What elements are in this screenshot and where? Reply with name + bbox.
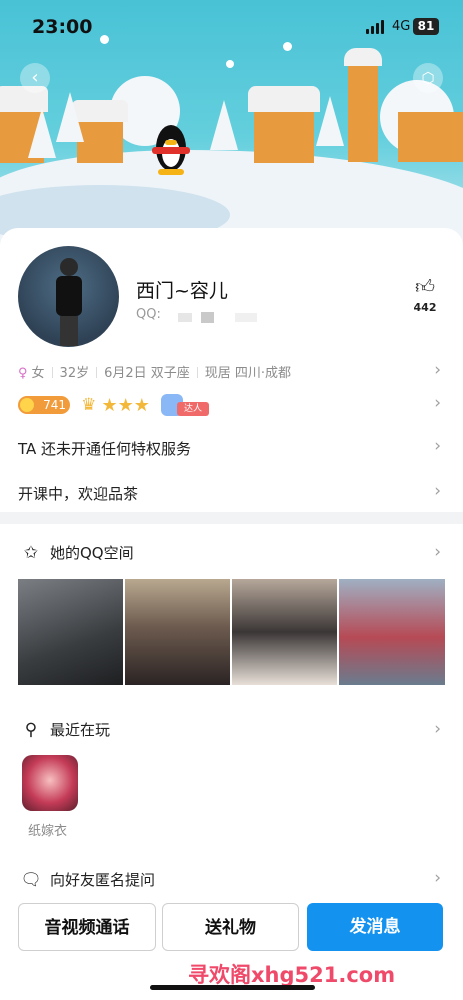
chevron-right-icon[interactable]: › (434, 360, 441, 380)
signature-row[interactable]: 开课中，欢迎品茶 (18, 483, 448, 504)
pine-tree (56, 92, 84, 142)
chevron-right-icon[interactable]: › (434, 719, 441, 739)
qzone-photo[interactable] (125, 579, 230, 685)
house-roof (248, 86, 320, 112)
divider (51, 367, 53, 378)
star-icon: ★ (133, 394, 150, 416)
network-type: 4G (392, 19, 411, 34)
video-call-button[interactable]: 音视频通话 (18, 903, 156, 951)
signal-icon (366, 20, 388, 34)
hexagon-menu-icon[interactable]: ⬡ (413, 63, 443, 93)
qzone-photo-strip[interactable] (18, 579, 445, 685)
profile-page: { "status": {"time": "23:00", "network":… (0, 0, 463, 1000)
anonymous-question-row[interactable]: 🗨︎ 向好友匿名提问 (20, 869, 155, 890)
privilege-row[interactable]: TA 还未开通任何特权服务 (18, 438, 448, 459)
qzone-photo[interactable] (339, 579, 445, 685)
cover-illustration: 23:00 4G 81 ‹ ⬡ (0, 0, 463, 250)
section-divider (0, 512, 463, 524)
profile-sections: ✩ 她的QQ空间 › ⚲ 最近在玩 › 纸嫁衣 🗨︎ 向好友匿名提问 › 音视频通话 … (0, 524, 463, 1000)
chevron-right-icon[interactable]: › (434, 436, 441, 456)
qq-label: QQ: (136, 307, 161, 322)
thumbs-up-icon: 👍︎ (415, 276, 435, 298)
back-icon[interactable]: ‹ (20, 63, 50, 93)
qzone-photo[interactable] (18, 579, 123, 685)
qzone-header[interactable]: ✩ 她的QQ空间 (20, 542, 134, 563)
divider (96, 367, 98, 378)
talent-badge: 达人 (160, 394, 211, 416)
home-indicator (150, 985, 315, 990)
pine-tree (28, 108, 56, 158)
chevron-right-icon[interactable]: › (434, 393, 441, 413)
pine-tree (316, 96, 344, 146)
badges-row[interactable]: 741 ♛ ★★★ 达人 (18, 394, 211, 416)
snowflake (226, 60, 234, 68)
pine-tree (210, 100, 238, 150)
status-bar: 23:00 4G 81 (0, 0, 463, 56)
chevron-right-icon[interactable]: › (434, 868, 441, 888)
anon-title: 向好友匿名提问 (50, 871, 156, 889)
battery-icon: 81 (413, 18, 439, 35)
female-icon: ♀ (18, 366, 28, 381)
house (254, 108, 314, 163)
level-badge: 741 (18, 396, 70, 414)
star-icon: ★ (117, 394, 134, 416)
house (398, 112, 463, 162)
qzone-photo[interactable] (232, 579, 337, 685)
like-count: 442 (413, 301, 437, 314)
star-icon: ★ (101, 394, 118, 416)
recent-title: 最近在玩 (50, 721, 111, 739)
qq-number-masked (178, 313, 192, 322)
recent-games-header[interactable]: ⚲ 最近在玩 (20, 719, 110, 740)
star-outline-icon: ✩ (23, 543, 39, 563)
talent-label: 达人 (176, 402, 209, 416)
crown-icon: ♛ (81, 395, 97, 415)
gamepad-icon: 🗨︎ (20, 870, 42, 890)
chevron-right-icon[interactable]: › (434, 542, 441, 562)
basic-info-row[interactable]: ♀ 女 32岁 6月2日 双子座 现居 四川·成都 (18, 362, 448, 382)
game-name: 纸嫁衣 (28, 824, 68, 839)
tower (348, 62, 378, 162)
status-time: 23:00 (32, 16, 93, 38)
qq-number-masked (201, 312, 214, 323)
age-text: 32岁 (59, 366, 90, 381)
profile-card: 西门~容儿 QQ: 👍︎ 442 ♀ 女 32岁 6月2日 双子座 现居 四川·成都 ›… (0, 228, 463, 512)
location-text: 现居 四川·成都 (204, 366, 292, 381)
send-message-button[interactable]: 发消息 (307, 903, 443, 951)
send-gift-button[interactable]: 送礼物 (162, 903, 299, 951)
location-person-icon: ⚲ (24, 720, 38, 740)
profile-name: 西门~容儿 (136, 280, 228, 302)
qzone-title: 她的QQ空间 (50, 544, 134, 562)
avatar[interactable] (18, 246, 119, 347)
birthday-text: 6月2日 双子座 (104, 366, 190, 381)
qq-penguin-mascot (148, 125, 194, 175)
gender-text: 女 (31, 366, 45, 381)
game-icon[interactable] (22, 755, 78, 811)
qq-number-masked (235, 313, 257, 322)
like-button[interactable]: 👍︎ 442 (408, 276, 442, 314)
chevron-right-icon[interactable]: › (434, 481, 441, 501)
divider (196, 367, 198, 378)
